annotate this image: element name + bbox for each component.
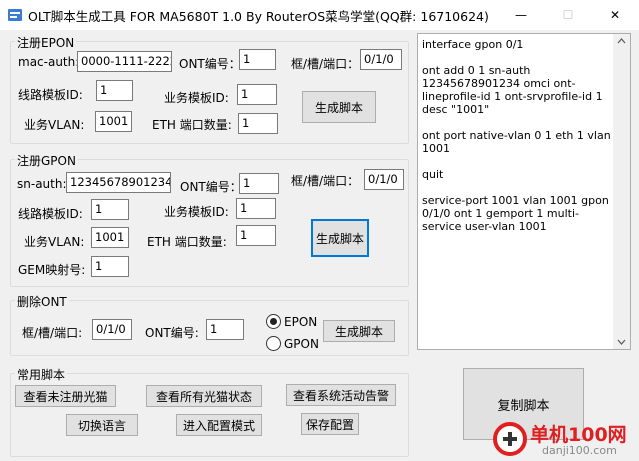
view-alarms-button[interactable]: 查看系统活动告警 <box>286 384 396 406</box>
gpon-line-profile-input[interactable]: 1 <box>91 199 129 220</box>
radio-epon[interactable]: EPON <box>266 314 317 329</box>
switch-language-button[interactable]: 切换语言 <box>66 414 138 436</box>
radio-gpon-label: GPON <box>284 336 319 351</box>
delete-frame-slot-port-input[interactable]: 0/1/0 <box>92 319 132 340</box>
epon-group-label: 注册EPON <box>15 34 77 51</box>
epon-srv-profile-input[interactable]: 1 <box>237 84 277 105</box>
maximize-icon: ☐ <box>562 8 574 22</box>
gpon-line-profile-label: 线路模板ID: <box>18 207 83 221</box>
gpon-eth-count-label: ETH 端口数量: <box>147 235 227 249</box>
enter-config-mode-button[interactable]: 进入配置模式 <box>176 414 262 436</box>
watermark-logo-icon <box>493 422 527 456</box>
minimize-button[interactable]: — <box>498 0 544 30</box>
view-all-status-button[interactable]: 查看所有光猫状态 <box>146 385 262 407</box>
output-scrollbar[interactable] <box>613 34 630 349</box>
maximize-button[interactable]: ☐ <box>545 0 591 30</box>
close-button[interactable]: ✕ <box>592 0 638 30</box>
epon-vlan-label: 业务VLAN: <box>24 118 85 132</box>
delete-ont-id-label: ONT编号: <box>145 326 199 340</box>
gpon-frame-slot-port-input[interactable]: 0/1/0 <box>364 169 404 190</box>
watermark-text: 单机100网 <box>530 424 627 446</box>
window-title: OLT脚本生成工具 FOR MA5680T 1.0 By RouterOS菜鸟学… <box>28 9 489 24</box>
watermark-url: danji100.com <box>542 444 617 457</box>
gpon-ont-id-label: ONT编号： <box>180 180 242 194</box>
save-config-button[interactable]: 保存配置 <box>301 413 359 435</box>
delete-generate-button[interactable]: 生成脚本 <box>323 320 395 342</box>
scrollbar-arrows-icon <box>617 38 626 345</box>
epon-ont-id-input[interactable]: 1 <box>239 49 276 70</box>
gpon-generate-button[interactable]: 生成脚本 <box>311 219 369 257</box>
radio-gpon[interactable]: GPON <box>266 336 319 351</box>
gpon-eth-count-input[interactable]: 1 <box>236 225 276 246</box>
gpon-vlan-label: 业务VLAN: <box>24 235 85 249</box>
radio-epon-label: EPON <box>284 314 318 329</box>
epon-vlan-input[interactable]: 1001 <box>95 111 132 132</box>
delete-ont-group-label: 删除ONT <box>15 293 69 310</box>
minimize-icon: — <box>515 8 527 22</box>
epon-mac-auth-label: mac-auth: <box>18 55 80 69</box>
view-unregistered-button[interactable]: 查看未注册光猫 <box>15 385 116 407</box>
epon-frame-slot-port-input[interactable]: 0/1/0 <box>360 49 402 70</box>
epon-generate-button[interactable]: 生成脚本 <box>302 91 376 123</box>
epon-ont-id-label: ONT编号： <box>179 57 241 71</box>
gpon-group-label: 注册GPON <box>15 152 78 169</box>
delete-frame-slot-port-label: 框/槽/端口: <box>22 326 83 340</box>
radio-gpon-circle[interactable] <box>266 336 281 351</box>
gpon-srv-profile-label: 业务模板ID: <box>164 205 229 219</box>
epon-line-profile-label: 线路模板ID: <box>18 88 83 102</box>
epon-line-profile-input[interactable]: 1 <box>96 80 133 101</box>
epon-mac-auth-input[interactable]: 0000-1111-2222 <box>77 51 172 72</box>
watermark: 单机100网 danji100.com <box>490 418 639 461</box>
gpon-ont-id-input[interactable]: 1 <box>239 173 279 194</box>
gpon-sn-auth-input[interactable]: 12345678901234 <box>66 172 171 193</box>
delete-ont-id-input[interactable]: 1 <box>206 319 244 340</box>
epon-eth-count-input[interactable]: 1 <box>238 113 278 134</box>
title-bar: OLT脚本生成工具 FOR MA5680T 1.0 By RouterOS菜鸟学… <box>0 0 639 30</box>
epon-srv-profile-label: 业务模板ID: <box>164 91 229 105</box>
common-group-label: 常用脚本 <box>15 366 68 383</box>
epon-eth-count-label: ETH 端口数量: <box>152 118 232 132</box>
gpon-gem-input[interactable]: 1 <box>91 256 129 277</box>
gpon-vlan-input[interactable]: 1001 <box>91 227 129 248</box>
app-icon <box>8 9 22 21</box>
radio-selected-dot <box>270 318 277 325</box>
radio-epon-circle[interactable] <box>266 314 281 329</box>
gpon-srv-profile-input[interactable]: 1 <box>236 198 276 219</box>
script-output-textarea[interactable]: interface gpon 0/1 ont add 0 1 sn-auth 1… <box>417 33 631 350</box>
gpon-frame-slot-port-label: 框/槽/端口： <box>291 174 360 188</box>
epon-frame-slot-port-label: 框/槽/端口： <box>291 57 360 71</box>
gpon-gem-label: GEM映射号: <box>18 263 86 277</box>
close-icon: ✕ <box>609 8 621 22</box>
gpon-sn-auth-label: sn-auth: <box>17 177 67 191</box>
